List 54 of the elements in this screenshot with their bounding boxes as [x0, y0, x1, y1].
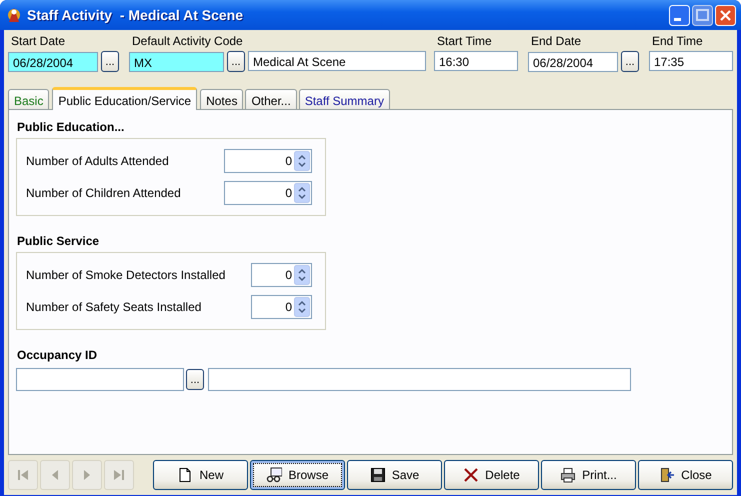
field-label: Number of Adults Attended [26, 154, 169, 168]
tab[interactable]: Public Education/Service [52, 87, 198, 110]
field-label: Number of Children Attended [26, 186, 181, 200]
tab[interactable]: Notes [200, 89, 244, 109]
text-field[interactable]: Medical At Scene [248, 51, 426, 71]
text-field[interactable]: 06/28/2004 [528, 52, 618, 72]
picker-button[interactable]: ... [227, 51, 245, 72]
printer-icon [560, 467, 576, 483]
number-field[interactable]: 0 [224, 149, 312, 173]
first-record-icon [15, 467, 31, 483]
maximize-icon [692, 4, 713, 26]
section-title: Public Service [16, 233, 100, 250]
print-button[interactable]: Print... [541, 460, 636, 490]
tab[interactable]: Basic [8, 89, 50, 109]
cross-icon [463, 467, 480, 483]
door-arrow-icon [659, 467, 676, 483]
text-field[interactable]: 17:35 [649, 51, 733, 71]
close-button[interactable]: Close [638, 460, 733, 490]
text-field[interactable]: 16:30 [434, 51, 518, 71]
text-field[interactable]: MX [129, 52, 224, 72]
section-title: Public Education... [16, 119, 126, 136]
spin-icon [294, 297, 310, 317]
tab[interactable]: Other... [245, 89, 297, 109]
save-button[interactable]: Save [347, 460, 442, 490]
tab[interactable]: Staff Summary [298, 89, 390, 109]
window-title: Staff Activity - Medical At Scene [27, 7, 244, 23]
field-label: Start Time [436, 34, 493, 48]
picker-button[interactable]: ... [186, 369, 204, 390]
spin-icon [294, 265, 310, 285]
spin-icon [294, 151, 310, 171]
field-label: End Time [651, 34, 704, 48]
field-label: Number of Smoke Detectors Installed [26, 268, 226, 282]
delete-button[interactable]: Delete [444, 460, 539, 490]
app-icon [6, 6, 22, 24]
section-title: Occupancy ID [16, 347, 98, 364]
text-field[interactable] [208, 368, 631, 391]
field-label: Number of Safety Seats Installed [26, 300, 202, 314]
number-field[interactable]: 0 [224, 181, 312, 205]
text-field[interactable]: 06/28/2004 [8, 52, 98, 72]
picker-button[interactable]: ... [101, 51, 119, 72]
close-icon [715, 4, 736, 26]
field-label: Start Date [10, 34, 66, 48]
page-icon [177, 467, 194, 483]
number-field[interactable]: 0 [251, 263, 312, 287]
field-label: End Date [530, 34, 582, 48]
spin-icon [294, 183, 310, 203]
text-field[interactable] [16, 368, 184, 391]
browse-button[interactable]: Browse [250, 460, 345, 490]
last-record-icon [111, 467, 127, 483]
field-label: Default Activity Code [131, 34, 244, 48]
new-button[interactable]: New [153, 460, 248, 490]
minimize-icon [669, 4, 690, 26]
number-field[interactable]: 0 [251, 295, 312, 319]
picker-button[interactable]: ... [621, 51, 639, 72]
